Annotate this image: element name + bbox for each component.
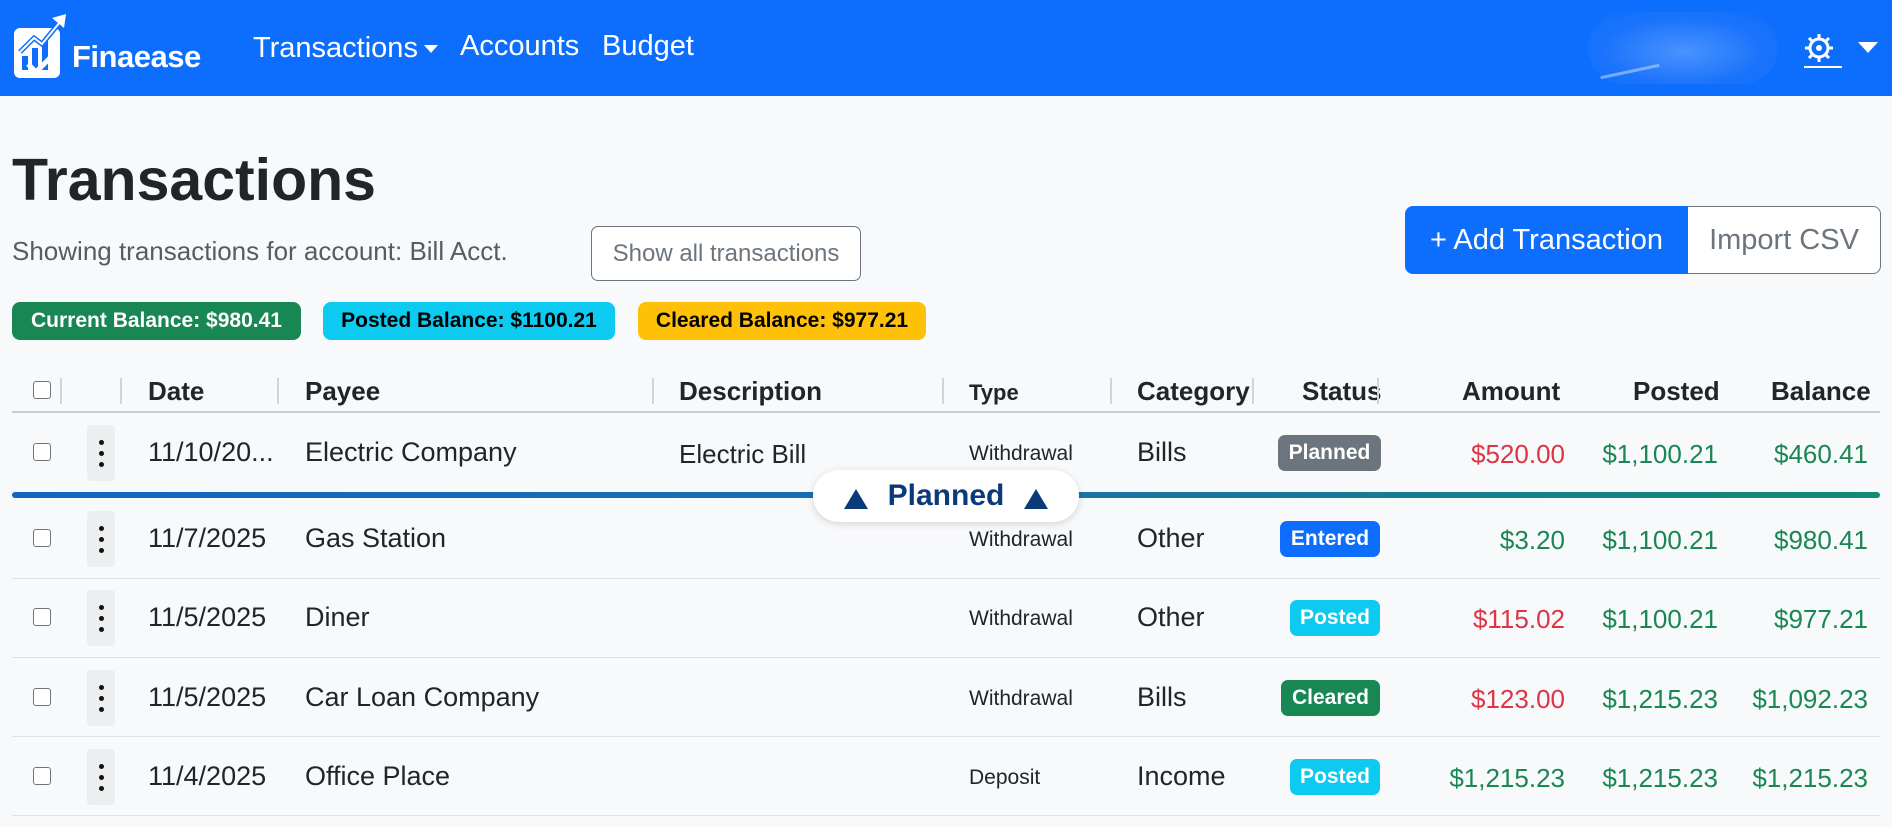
row-payee: Gas Station	[305, 523, 447, 553]
row-checkbox[interactable]	[33, 608, 51, 626]
row-checkbox[interactable]	[33, 529, 51, 547]
status-badge[interactable]: Posted	[1290, 600, 1380, 636]
select-all-checkbox[interactable]	[33, 381, 51, 399]
header-date[interactable]: Date	[148, 376, 204, 407]
row-description: Electric Bill	[679, 439, 807, 469]
row-type: Withdrawal	[969, 528, 1073, 551]
status-badge[interactable]: Planned	[1278, 435, 1381, 471]
row-menu-kebab-icon[interactable]	[87, 425, 115, 481]
row-balance: $980.41	[1774, 525, 1868, 555]
row-payee: Electric Company	[305, 437, 517, 467]
planned-divider-label: Planned	[887, 479, 1005, 512]
row-balance: $460.41	[1774, 439, 1868, 469]
account-subtitle: Showing transactions for account: Bill A…	[12, 236, 508, 266]
row-date: 11/5/2025	[148, 602, 267, 632]
posted-balance-badge: Posted Balance: $1100.21	[323, 302, 615, 340]
page-title: Transactions	[12, 147, 376, 213]
row-type: Withdrawal	[969, 442, 1073, 465]
row-date: 11/4/2025	[148, 761, 267, 791]
row-posted: $1,100.21	[1602, 604, 1718, 634]
row-balance: $1,215.23	[1752, 763, 1868, 793]
column-resize-handle[interactable]	[1110, 378, 1112, 404]
brand-logo-icon	[14, 14, 66, 78]
status-badge[interactable]: Entered	[1280, 521, 1380, 557]
row-type: Deposit	[969, 766, 1041, 789]
header-description[interactable]: Description	[679, 376, 822, 407]
header-category[interactable]: Category	[1137, 376, 1250, 407]
row-date: 11/7/2025	[148, 523, 267, 553]
column-resize-handle[interactable]	[942, 378, 944, 404]
row-type: Withdrawal	[969, 607, 1073, 630]
column-resize-handle[interactable]	[652, 378, 654, 404]
current-balance-badge: Current Balance: $980.41	[12, 302, 301, 340]
show-all-transactions-button[interactable]: Show all transactions	[591, 226, 861, 281]
nav-transactions-label: Transactions	[253, 32, 418, 64]
column-resize-handle[interactable]	[1377, 378, 1379, 404]
row-posted: $1,215.23	[1602, 763, 1718, 793]
gear-icon[interactable]	[1802, 30, 1846, 70]
row-amount: $123.00	[1471, 684, 1565, 714]
row-type: Withdrawal	[969, 687, 1073, 710]
row-date: 11/5/2025	[148, 682, 267, 712]
nav-budget[interactable]: Budget	[602, 30, 694, 63]
row-category: Other	[1137, 523, 1205, 553]
row-balance: $1,092.23	[1752, 684, 1868, 714]
header-amount[interactable]: Amount	[1462, 376, 1560, 407]
header-status[interactable]: Status	[1302, 376, 1381, 407]
add-transaction-button[interactable]: + Add Transaction	[1405, 206, 1688, 274]
header-payee[interactable]: Payee	[305, 376, 380, 407]
header-balance[interactable]: Balance	[1771, 376, 1871, 407]
row-payee: Diner	[305, 602, 370, 632]
row-divider	[12, 578, 1880, 579]
row-payee: Car Loan Company	[305, 682, 540, 712]
settings-chevron-down-icon[interactable]	[1858, 42, 1878, 53]
nav-transactions-dropdown[interactable]: Transactions	[253, 32, 438, 65]
cleared-balance-badge: Cleared Balance: $977.21	[638, 302, 926, 340]
row-category: Other	[1137, 602, 1205, 632]
column-resize-handle[interactable]	[120, 378, 122, 404]
row-payee: Office Place	[305, 761, 451, 791]
planned-divider-toggle[interactable]: Planned	[813, 470, 1079, 522]
row-menu-kebab-icon[interactable]	[87, 749, 115, 805]
row-amount: $1,215.23	[1449, 763, 1565, 793]
header-posted[interactable]: Posted	[1633, 376, 1720, 407]
status-badge[interactable]: Cleared	[1281, 680, 1380, 716]
row-checkbox[interactable]	[33, 443, 51, 461]
row-divider	[12, 657, 1880, 658]
row-category: Income	[1137, 761, 1226, 791]
brand-name: Finaease	[72, 39, 201, 74]
row-category: Bills	[1137, 682, 1187, 712]
action-button-group: + Add Transaction Import CSV	[1405, 206, 1881, 274]
row-amount: $3.20	[1499, 525, 1565, 555]
status-badge[interactable]: Posted	[1290, 759, 1380, 795]
triangle-up-icon	[843, 489, 868, 509]
row-checkbox[interactable]	[33, 688, 51, 706]
row-menu-kebab-icon[interactable]	[87, 670, 115, 726]
row-divider	[12, 736, 1880, 737]
column-resize-handle[interactable]	[60, 378, 62, 404]
row-posted: $1,100.21	[1602, 439, 1718, 469]
column-resize-handle[interactable]	[277, 378, 279, 404]
row-posted: $1,215.23	[1602, 684, 1718, 714]
top-navbar: Finaease Transactions Accounts Budget	[0, 0, 1892, 96]
table-header-divider	[12, 411, 1880, 413]
row-date: 11/10/20...	[148, 437, 274, 467]
import-csv-button[interactable]: Import CSV	[1688, 206, 1881, 274]
brand[interactable]: Finaease	[12, 12, 201, 82]
row-category: Bills	[1137, 437, 1187, 467]
row-menu-kebab-icon[interactable]	[87, 590, 115, 646]
row-balance: $977.21	[1774, 604, 1868, 634]
row-amount: $520.00	[1471, 439, 1565, 469]
nav-accounts[interactable]: Accounts	[460, 30, 579, 63]
header-type[interactable]: Type	[969, 380, 1019, 406]
row-amount: $115.02	[1472, 604, 1565, 634]
row-checkbox[interactable]	[33, 767, 51, 785]
row-divider	[12, 815, 1880, 816]
row-menu-kebab-icon[interactable]	[87, 511, 115, 567]
triangle-up-icon	[1024, 489, 1049, 509]
row-posted: $1,100.21	[1602, 525, 1718, 555]
chevron-down-icon	[423, 45, 438, 54]
column-resize-handle[interactable]	[1252, 378, 1254, 404]
